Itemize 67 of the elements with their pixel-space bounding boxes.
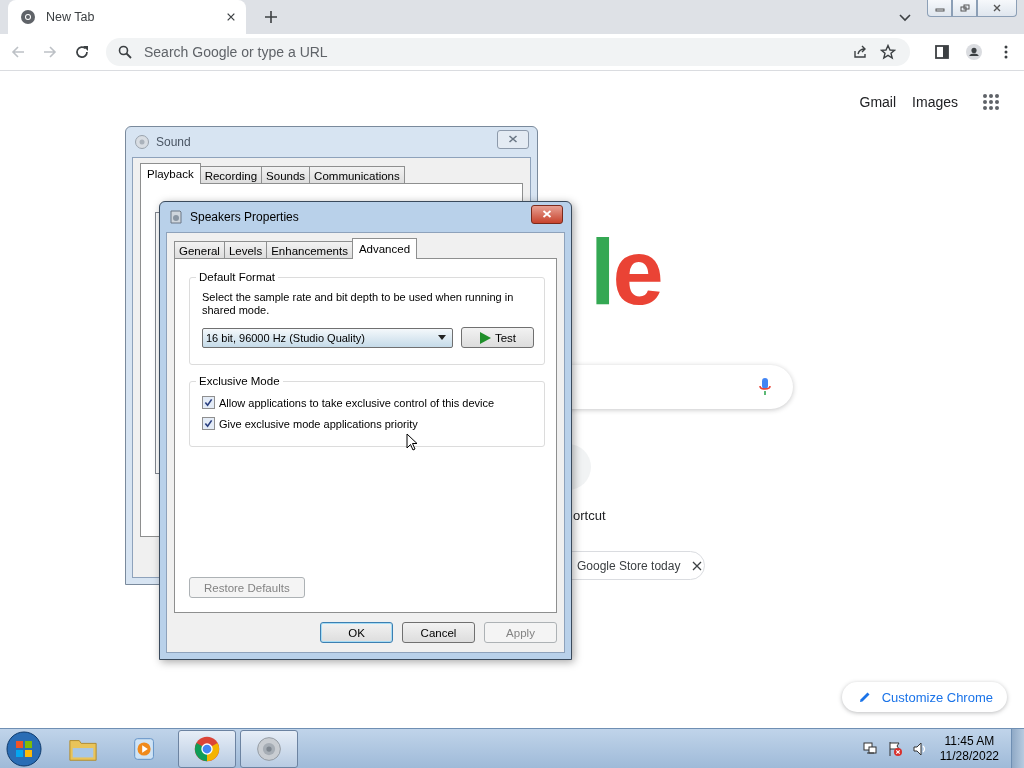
- group-title: Exclusive Mode: [198, 375, 281, 387]
- close-icon: [508, 135, 518, 143]
- flag-icon[interactable]: [886, 740, 903, 757]
- profile-icon[interactable]: [966, 44, 982, 60]
- chrome-logo-icon: [192, 734, 222, 763]
- header-link[interactable]: Images: [912, 94, 958, 110]
- close-button[interactable]: [531, 204, 563, 224]
- speaker-icon: [168, 209, 184, 225]
- group-title: Default Format: [198, 271, 277, 283]
- dialog-tab[interactable]: Communications: [309, 166, 405, 184]
- address-input[interactable]: Search Google or type a URL: [144, 44, 840, 60]
- dialog-button[interactable]: OK: [320, 622, 393, 643]
- restore-icon: [959, 4, 970, 12]
- minimize-button[interactable]: [927, 0, 952, 17]
- speaker-icon: [254, 734, 284, 763]
- browser-tab[interactable]: New Tab: [8, 0, 246, 34]
- dialog-tab[interactable]: Advanced: [351, 238, 418, 259]
- mouse-cursor-icon: [406, 433, 418, 451]
- close-icon: [542, 210, 552, 218]
- search-icon: [118, 45, 132, 59]
- format-dropdown[interactable]: 16 bit, 96000 Hz (Studio Quality): [202, 327, 453, 348]
- test-button[interactable]: Test: [461, 327, 534, 348]
- dialog-tab[interactable]: Playback: [140, 163, 201, 184]
- microphone-icon[interactable]: [759, 377, 771, 397]
- logo-text: le: [590, 226, 661, 318]
- checkbox-label[interactable]: Give exclusive mode applications priority: [219, 417, 418, 430]
- checkbox-label[interactable]: Allow applications to take exclusive control of this device: [219, 396, 495, 409]
- checkbox[interactable]: [202, 417, 215, 430]
- close-icon: [992, 4, 1002, 12]
- share-icon[interactable]: [852, 44, 868, 60]
- caret-icon: [438, 335, 446, 340]
- speaker-icon: [134, 134, 150, 150]
- reload-icon[interactable]: [74, 44, 90, 60]
- close-icon[interactable]: [692, 560, 703, 571]
- apps-grid-icon[interactable]: [982, 93, 1000, 111]
- tab-title: New Tab: [46, 10, 96, 24]
- new-tab-icon[interactable]: [264, 10, 278, 24]
- header-link[interactable]: Gmail: [859, 94, 897, 110]
- dialog-tab[interactable]: Recording: [199, 166, 263, 184]
- window-title: Sound: [156, 135, 191, 149]
- shortcut-label[interactable]: ortcut: [573, 508, 606, 523]
- start-button[interactable]: [6, 730, 42, 767]
- chevron-down-icon[interactable]: [899, 14, 911, 22]
- restore-button[interactable]: [952, 0, 977, 17]
- play-icon: [478, 331, 491, 344]
- description-text: Select the sample rate and bit depth to be used when running in shared mode.: [202, 291, 515, 317]
- clock-time: 11:45 AM: [944, 733, 995, 749]
- close-icon[interactable]: [226, 12, 236, 22]
- address-bar[interactable]: Search Google or type a URL: [106, 38, 910, 66]
- network-icon[interactable]: [861, 740, 878, 757]
- dialog-tab[interactable]: Levels: [223, 241, 268, 259]
- window-title: Speakers Properties: [190, 210, 299, 224]
- side-panel-icon[interactable]: [934, 44, 950, 60]
- customize-chrome-button[interactable]: Customize Chrome: [841, 682, 1007, 712]
- dialog-tab[interactable]: Enhancements: [266, 241, 353, 259]
- clock-date: 11/28/2022: [939, 748, 999, 764]
- checkbox[interactable]: [202, 396, 215, 409]
- dialog-button[interactable]: Cancel: [402, 622, 475, 643]
- chrome-logo-icon: [20, 9, 36, 25]
- star-icon[interactable]: [880, 44, 896, 60]
- dialog-tab[interactable]: General: [174, 241, 225, 259]
- clock[interactable]: 11:45 AM 11/28/2022: [939, 733, 999, 764]
- pencil-icon: [857, 690, 872, 704]
- volume-icon[interactable]: [911, 740, 928, 757]
- taskbar-button[interactable]: [178, 729, 236, 768]
- dialog-tab[interactable]: Sounds: [261, 166, 311, 184]
- taskbar-button[interactable]: [240, 729, 298, 768]
